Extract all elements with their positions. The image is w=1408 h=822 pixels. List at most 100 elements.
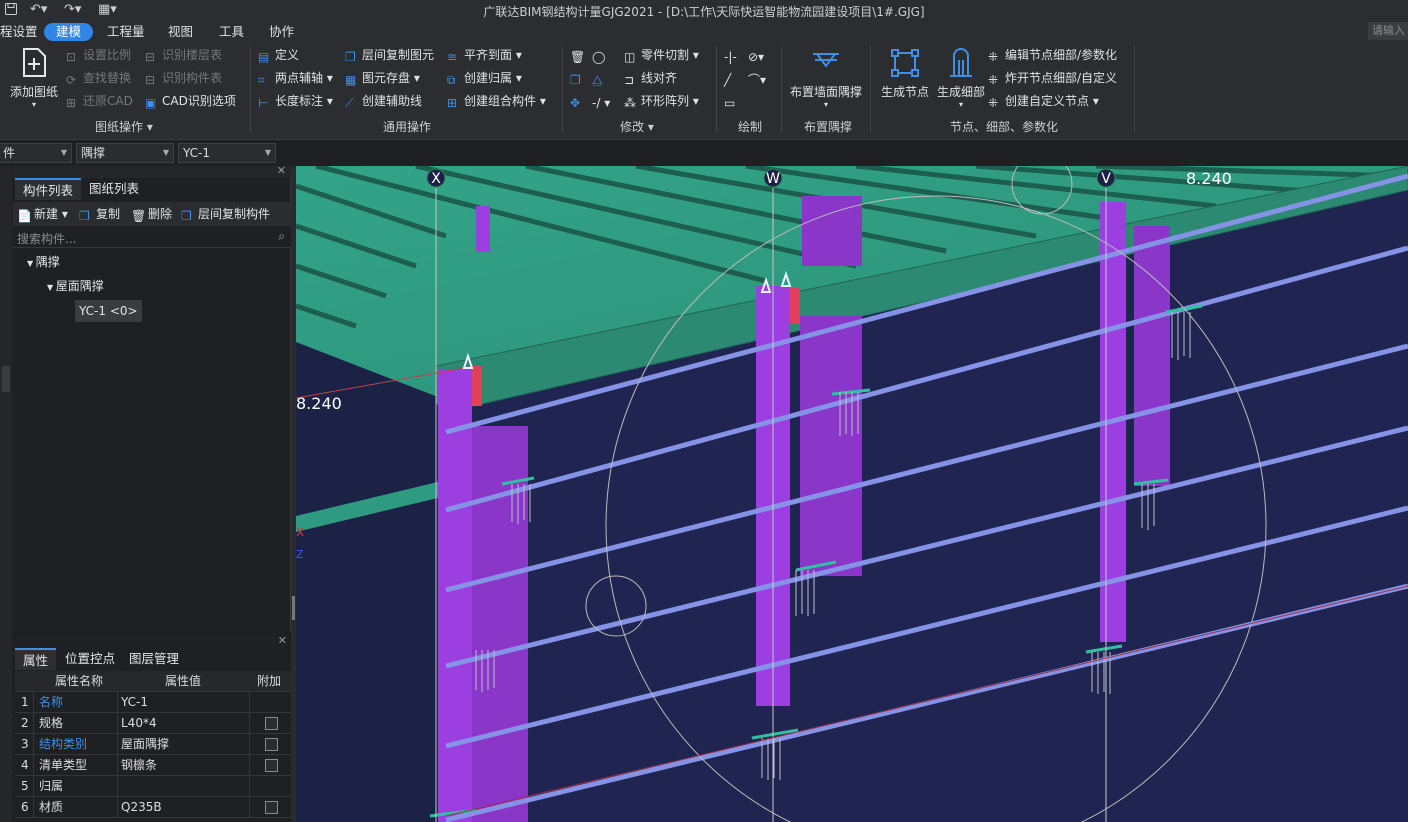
define-button[interactable]: ▤ 定义: [258, 46, 299, 64]
extra-checkbox[interactable]: [265, 759, 278, 772]
menu-modeling[interactable]: 建模: [44, 23, 94, 41]
create-combo-button[interactable]: ⊞ 创建组合构件 ▾: [447, 92, 546, 110]
property-row[interactable]: 4 清单类型 钢檩条: [15, 755, 291, 776]
create-group-button[interactable]: ⧉ 创建归属 ▾: [447, 69, 522, 87]
menu-collaborate[interactable]: 协作: [269, 23, 294, 41]
delete-component-button[interactable]: 🗑 删除: [131, 205, 172, 223]
search-input[interactable]: 请输入: [1368, 22, 1408, 40]
property-value[interactable]: 屋面隅撑: [121, 734, 169, 755]
cad-options-button[interactable]: ▣ CAD识别选项: [145, 92, 236, 110]
extra-checkbox[interactable]: [265, 738, 278, 751]
tree-leaf-yc1[interactable]: YC-1 <0>: [75, 300, 142, 322]
copy-tool-button[interactable]: ❐: [570, 69, 587, 87]
property-value[interactable]: 钢檩条: [121, 755, 157, 776]
tab-layer-management[interactable]: 图层管理: [121, 648, 187, 670]
property-row[interactable]: 6 材质 Q235B: [15, 797, 291, 818]
property-value[interactable]: YC-1: [121, 692, 148, 713]
set-scale-button[interactable]: ⊡ 设置比例: [66, 46, 131, 64]
delete-tool-button[interactable]: 🗑: [570, 46, 587, 64]
component-name-combo[interactable]: YC-1 ▼: [178, 143, 276, 163]
align-top-button[interactable]: ≅ 平齐到面 ▾: [447, 46, 522, 64]
offset-tool-button[interactable]: -/ ▾: [592, 92, 611, 110]
point-tool-button[interactable]: -|-: [724, 46, 741, 64]
property-name: 清单类型: [39, 758, 88, 772]
generate-detail-button[interactable]: 生成细部 ▾: [934, 46, 988, 109]
property-row[interactable]: 2 规格 L40*4: [15, 713, 291, 734]
two-point-axis-button[interactable]: ⌗ 两点辅轴 ▾: [258, 69, 333, 87]
explode-node-button[interactable]: ⁜ 炸开节点细部/自定义: [988, 69, 1117, 87]
close-icon[interactable]: ✕: [277, 164, 286, 177]
mirror-tool-button[interactable]: ⧋: [592, 69, 609, 87]
part-cut-button[interactable]: ◫ 零件切割 ▾: [624, 46, 699, 64]
tab-properties[interactable]: 属性: [15, 648, 57, 670]
edit-node-icon: ⁜: [988, 50, 999, 64]
property-row[interactable]: 5 归属: [15, 776, 291, 797]
model-viewport[interactable]: X W V 8.240 8.240 x z: [296, 166, 1408, 822]
property-row[interactable]: 1 名称 YC-1: [15, 692, 291, 713]
find-replace-button[interactable]: ⟳ 查找替换: [66, 69, 131, 87]
property-row[interactable]: 3 结构类别 屋面隅撑: [15, 734, 291, 755]
property-name: 名称: [39, 695, 64, 709]
component-category-combo[interactable]: 隅撑 ▼: [76, 143, 174, 163]
tab-position-control[interactable]: 位置控点: [57, 648, 123, 670]
create-aux-line-button[interactable]: ⟋ 创建辅助线: [345, 92, 422, 110]
move-tool-button[interactable]: ✥: [570, 92, 587, 110]
component-type-combo[interactable]: 件 ▼: [0, 143, 72, 163]
edit-node-button[interactable]: ⁜ 编辑节点细部/参数化: [988, 46, 1117, 64]
property-value[interactable]: L40*4: [121, 713, 157, 734]
add-drawing-button[interactable]: 添加图纸 ▾: [8, 46, 60, 109]
menu-quantity[interactable]: 工程量: [107, 23, 145, 41]
group-common-ops: 通用操作: [383, 120, 432, 134]
generate-node-button[interactable]: 生成节点: [878, 46, 932, 100]
axis-label-x: X: [431, 171, 441, 187]
restore-cad-button[interactable]: ⊞ 还原CAD: [66, 92, 133, 110]
tree-node-brace[interactable]: ▼ 隅撑: [27, 253, 60, 271]
side-beam: [296, 480, 446, 532]
copy-icon: ❐: [79, 209, 90, 223]
new-component-button[interactable]: 📄 新建 ▾: [17, 205, 68, 223]
place-wall-brace-button[interactable]: 布置墙面隅撑 ▾: [786, 46, 866, 109]
place-wall-brace-label: 布置墙面隅撑: [789, 85, 862, 99]
circle-tool-button[interactable]: ⊘▾: [748, 46, 765, 64]
menu-view[interactable]: 视图: [168, 23, 193, 41]
3d-model-view[interactable]: X W V 8.240 8.240 x z: [296, 166, 1408, 822]
offset-icon: -/ ▾: [592, 96, 611, 110]
identify-floors-button[interactable]: ⊟ 识别楼层表: [145, 46, 222, 64]
row-index: 5: [21, 779, 29, 793]
extra-checkbox[interactable]: [265, 717, 278, 730]
identify-components-button[interactable]: ⊟ 识别构件表: [145, 69, 222, 87]
rect-tool-button[interactable]: ▭: [724, 92, 741, 110]
tab-drawing-list[interactable]: 图纸列表: [81, 178, 147, 200]
create-custom-node-button[interactable]: ⁜ 创建自定义节点 ▾: [988, 92, 1099, 110]
copy-floor-component-button[interactable]: ❐ 层间复制构件: [181, 205, 270, 223]
menu-tools[interactable]: 工具: [219, 23, 244, 41]
tree-node-roof-brace[interactable]: ▼ 屋面隅撑: [47, 277, 104, 295]
row-index: 6: [21, 800, 29, 814]
node-icon: [891, 49, 919, 77]
line-icon: ╱: [724, 73, 732, 87]
arc-tool-button[interactable]: ⌒▾: [748, 69, 767, 87]
copy-component-button[interactable]: ❐ 复制: [79, 205, 120, 223]
ring-array-button[interactable]: ⁂ 环形阵列 ▾: [624, 92, 699, 110]
search-icon: ⌕: [278, 229, 285, 243]
save-element-button[interactable]: ▦ 图元存盘 ▾: [345, 69, 420, 87]
group-modify[interactable]: 修改 ▾: [620, 118, 654, 135]
row-index: 2: [21, 716, 29, 730]
rect-icon: ▭: [724, 96, 736, 110]
line-tool-button[interactable]: ╱: [724, 69, 741, 87]
tab-component-list[interactable]: 构件列表: [15, 178, 82, 200]
replace-icon: ⟳: [66, 73, 77, 87]
length-dim-button[interactable]: ⊢ 长度标注 ▾: [258, 92, 333, 110]
group-drawing-ops[interactable]: 图纸操作 ▾: [95, 118, 153, 135]
search-component-input[interactable]: 搜索构件... ⌕: [13, 228, 291, 248]
extra-checkbox[interactable]: [265, 801, 278, 814]
close-icon[interactable]: ✕: [278, 634, 287, 647]
menu-project-settings[interactable]: 程设置: [0, 23, 38, 41]
arc-icon: ⌒▾: [748, 73, 767, 87]
rotate-tool-button[interactable]: ◯: [592, 46, 609, 64]
copy-between-floors-button[interactable]: ❐ 层间复制图元: [345, 46, 434, 64]
property-value[interactable]: Q235B: [121, 797, 162, 818]
mirror-icon: ⧋: [592, 73, 603, 87]
copy-icon: ❐: [570, 73, 581, 87]
line-align-button[interactable]: ⊐ 线对齐: [624, 69, 677, 87]
